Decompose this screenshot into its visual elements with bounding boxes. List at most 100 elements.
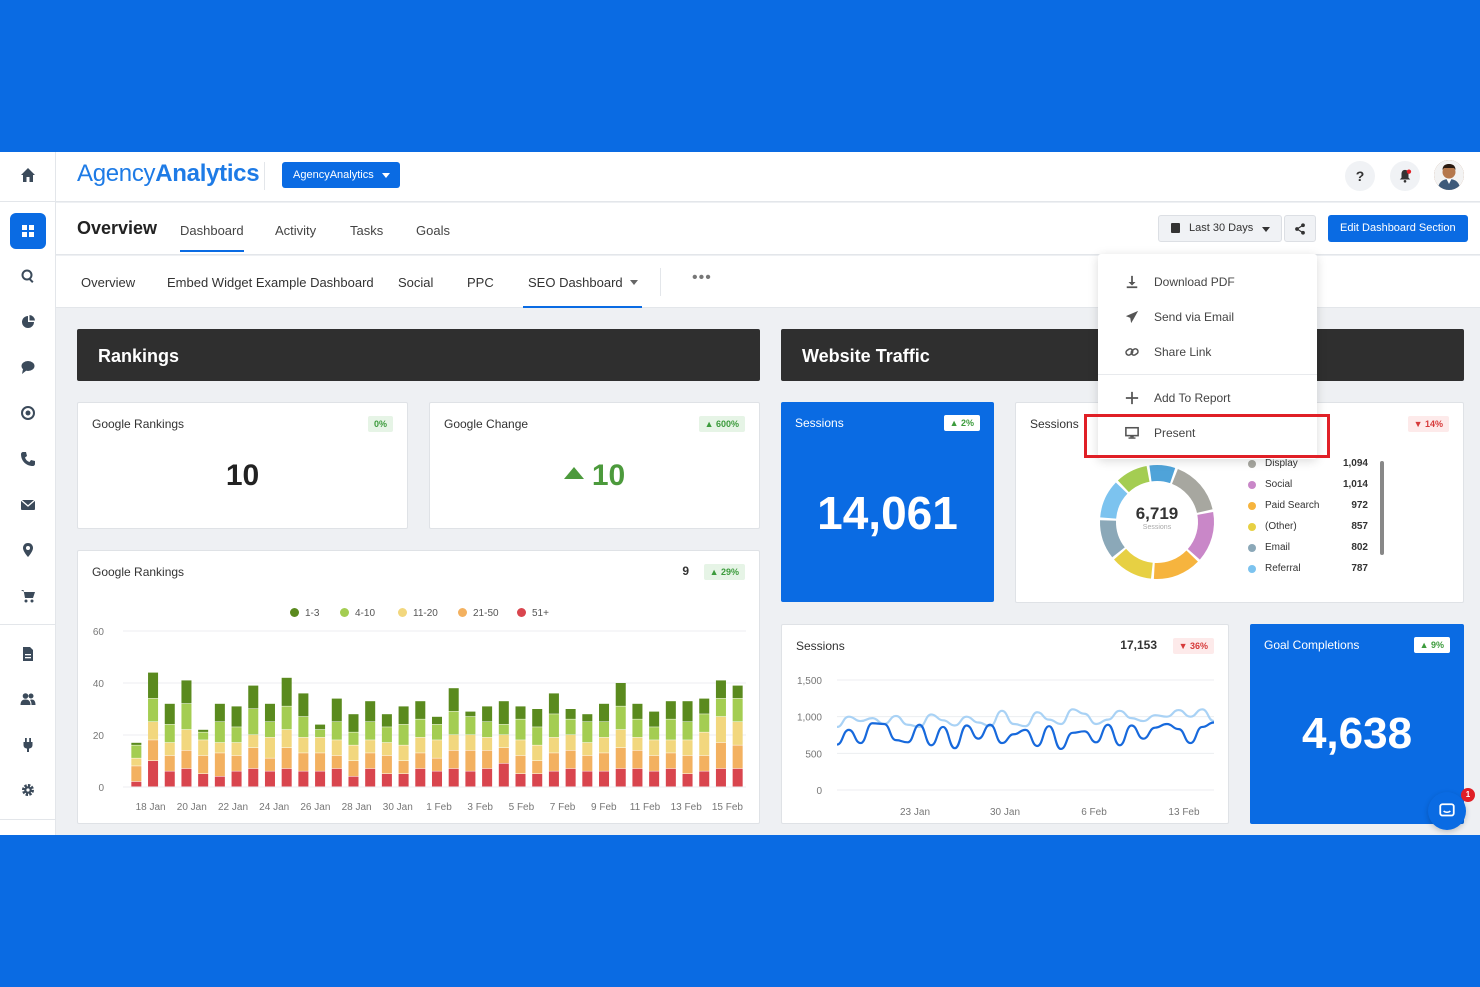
bar-segment[interactable] xyxy=(715,716,726,743)
bar-segment[interactable] xyxy=(649,755,660,771)
bar-segment[interactable] xyxy=(214,742,225,753)
bar-segment[interactable] xyxy=(298,693,309,717)
bar-segment[interactable] xyxy=(415,737,426,753)
bar-segment[interactable] xyxy=(515,719,526,740)
notifications-button[interactable] xyxy=(1390,161,1420,191)
mail-icon[interactable] xyxy=(10,487,46,523)
sessions-line-card[interactable]: Sessions 17,153 ▼ 36% 0 500 1,000 1,500 23 J… xyxy=(781,624,1229,824)
date-range-button[interactable]: Last 30 Days xyxy=(1158,215,1283,242)
home-icon[interactable] xyxy=(10,157,46,193)
bar-segment[interactable] xyxy=(164,703,175,725)
tab-activity[interactable]: Activity xyxy=(275,223,316,238)
bar-segment[interactable] xyxy=(649,740,660,756)
bar-segment[interactable] xyxy=(214,776,225,787)
bar-segment[interactable] xyxy=(398,724,409,745)
bar-segment[interactable] xyxy=(582,755,593,771)
bar-segment[interactable] xyxy=(298,771,309,787)
bar-segment[interactable] xyxy=(264,771,275,787)
subtab-social[interactable]: Social xyxy=(398,275,433,290)
bar-segment[interactable] xyxy=(398,745,409,761)
donut-slice[interactable] xyxy=(1117,465,1150,493)
bar-segment[interactable] xyxy=(448,735,459,751)
bar-segment[interactable] xyxy=(331,755,342,769)
bar-segment[interactable] xyxy=(415,753,426,769)
bar-segment[interactable] xyxy=(699,698,710,714)
users-icon[interactable] xyxy=(10,681,46,717)
bar-segment[interactable] xyxy=(415,719,426,738)
bar-segment[interactable] xyxy=(214,753,225,777)
chat-bubble-icon[interactable] xyxy=(10,349,46,385)
bar-segment[interactable] xyxy=(164,742,175,756)
bar-segment[interactable] xyxy=(131,742,142,745)
bar-segment[interactable] xyxy=(599,753,610,771)
bar-segment[interactable] xyxy=(164,771,175,787)
bar-segment[interactable] xyxy=(431,771,443,787)
goal-completions-card[interactable]: Goal Completions ▲ 9% 4,638 xyxy=(1250,624,1464,824)
bar-segment[interactable] xyxy=(715,742,726,769)
bar-segment[interactable] xyxy=(532,745,543,761)
traffic-source-row[interactable]: Paid Search 972 xyxy=(1248,497,1378,517)
bar-segment[interactable] xyxy=(148,698,159,722)
bar-segment[interactable] xyxy=(615,706,626,730)
edit-dashboard-section-button[interactable]: Edit Dashboard Section xyxy=(1328,215,1468,242)
bar-segment[interactable] xyxy=(715,680,726,699)
more-tabs-icon[interactable]: ••• xyxy=(692,269,712,287)
bar-segment[interactable] xyxy=(498,763,509,787)
bar-segment[interactable] xyxy=(365,768,376,787)
bar-segment[interactable] xyxy=(699,732,710,756)
subtab-overview[interactable]: Overview xyxy=(81,275,135,290)
bar-segment[interactable] xyxy=(515,755,526,774)
bar-segment[interactable] xyxy=(532,727,543,745)
bar-segment[interactable] xyxy=(264,703,275,722)
bar-segment[interactable] xyxy=(632,750,643,769)
bar-segment[interactable] xyxy=(699,755,710,771)
bar-segment[interactable] xyxy=(181,768,192,787)
bar-segment[interactable] xyxy=(732,698,743,722)
bar-segment[interactable] xyxy=(281,677,292,706)
bar-segment[interactable] xyxy=(732,722,743,745)
bar-segment[interactable] xyxy=(665,719,676,740)
bar-segment[interactable] xyxy=(615,683,626,706)
bar-segment[interactable] xyxy=(248,709,259,735)
bar-segment[interactable] xyxy=(482,768,493,787)
bar-segment[interactable] xyxy=(214,703,225,722)
bar-segment[interactable] xyxy=(148,761,159,787)
bar-segment[interactable] xyxy=(599,722,610,738)
bar-segment[interactable] xyxy=(665,753,676,769)
bar-segment[interactable] xyxy=(315,771,326,787)
bar-segment[interactable] xyxy=(548,693,559,714)
bar-segment[interactable] xyxy=(315,753,326,771)
user-avatar[interactable] xyxy=(1434,160,1464,190)
bar-segment[interactable] xyxy=(498,701,509,725)
bar-segment[interactable] xyxy=(582,722,593,743)
bar-segment[interactable] xyxy=(732,745,743,769)
bar-segment[interactable] xyxy=(582,742,593,756)
bar-segment[interactable] xyxy=(131,766,142,782)
agency-analytics-logo[interactable]: AgencyAnalytics xyxy=(77,160,260,188)
send-via-email-item[interactable]: Send via Email xyxy=(1098,301,1317,333)
bar-segment[interactable] xyxy=(181,750,192,769)
bar-segment[interactable] xyxy=(315,737,326,753)
bar-segment[interactable] xyxy=(331,722,342,740)
bar-segment[interactable] xyxy=(248,768,259,787)
bar-segment[interactable] xyxy=(532,709,543,727)
bar-segment[interactable] xyxy=(632,737,643,751)
bar-segment[interactable] xyxy=(649,771,660,787)
bar-segment[interactable] xyxy=(331,740,342,756)
tab-goals[interactable]: Goals xyxy=(416,223,450,238)
search-icon[interactable] xyxy=(10,258,46,294)
bar-segment[interactable] xyxy=(281,748,292,769)
bar-segment[interactable] xyxy=(231,706,242,727)
series-line[interactable] xyxy=(836,708,1215,729)
bar-segment[interactable] xyxy=(632,703,643,719)
bar-segment[interactable] xyxy=(448,688,459,712)
bar-segment[interactable] xyxy=(148,740,159,761)
bar-segment[interactable] xyxy=(281,729,292,748)
settings-gear-icon[interactable] xyxy=(10,772,46,808)
bar-segment[interactable] xyxy=(415,701,426,719)
bar-segment[interactable] xyxy=(431,724,443,740)
bar-segment[interactable] xyxy=(532,761,543,774)
bar-segment[interactable] xyxy=(465,716,476,735)
subtab-seo-dashboard[interactable]: SEO Dashboard xyxy=(523,275,643,308)
bar-segment[interactable] xyxy=(548,714,559,738)
